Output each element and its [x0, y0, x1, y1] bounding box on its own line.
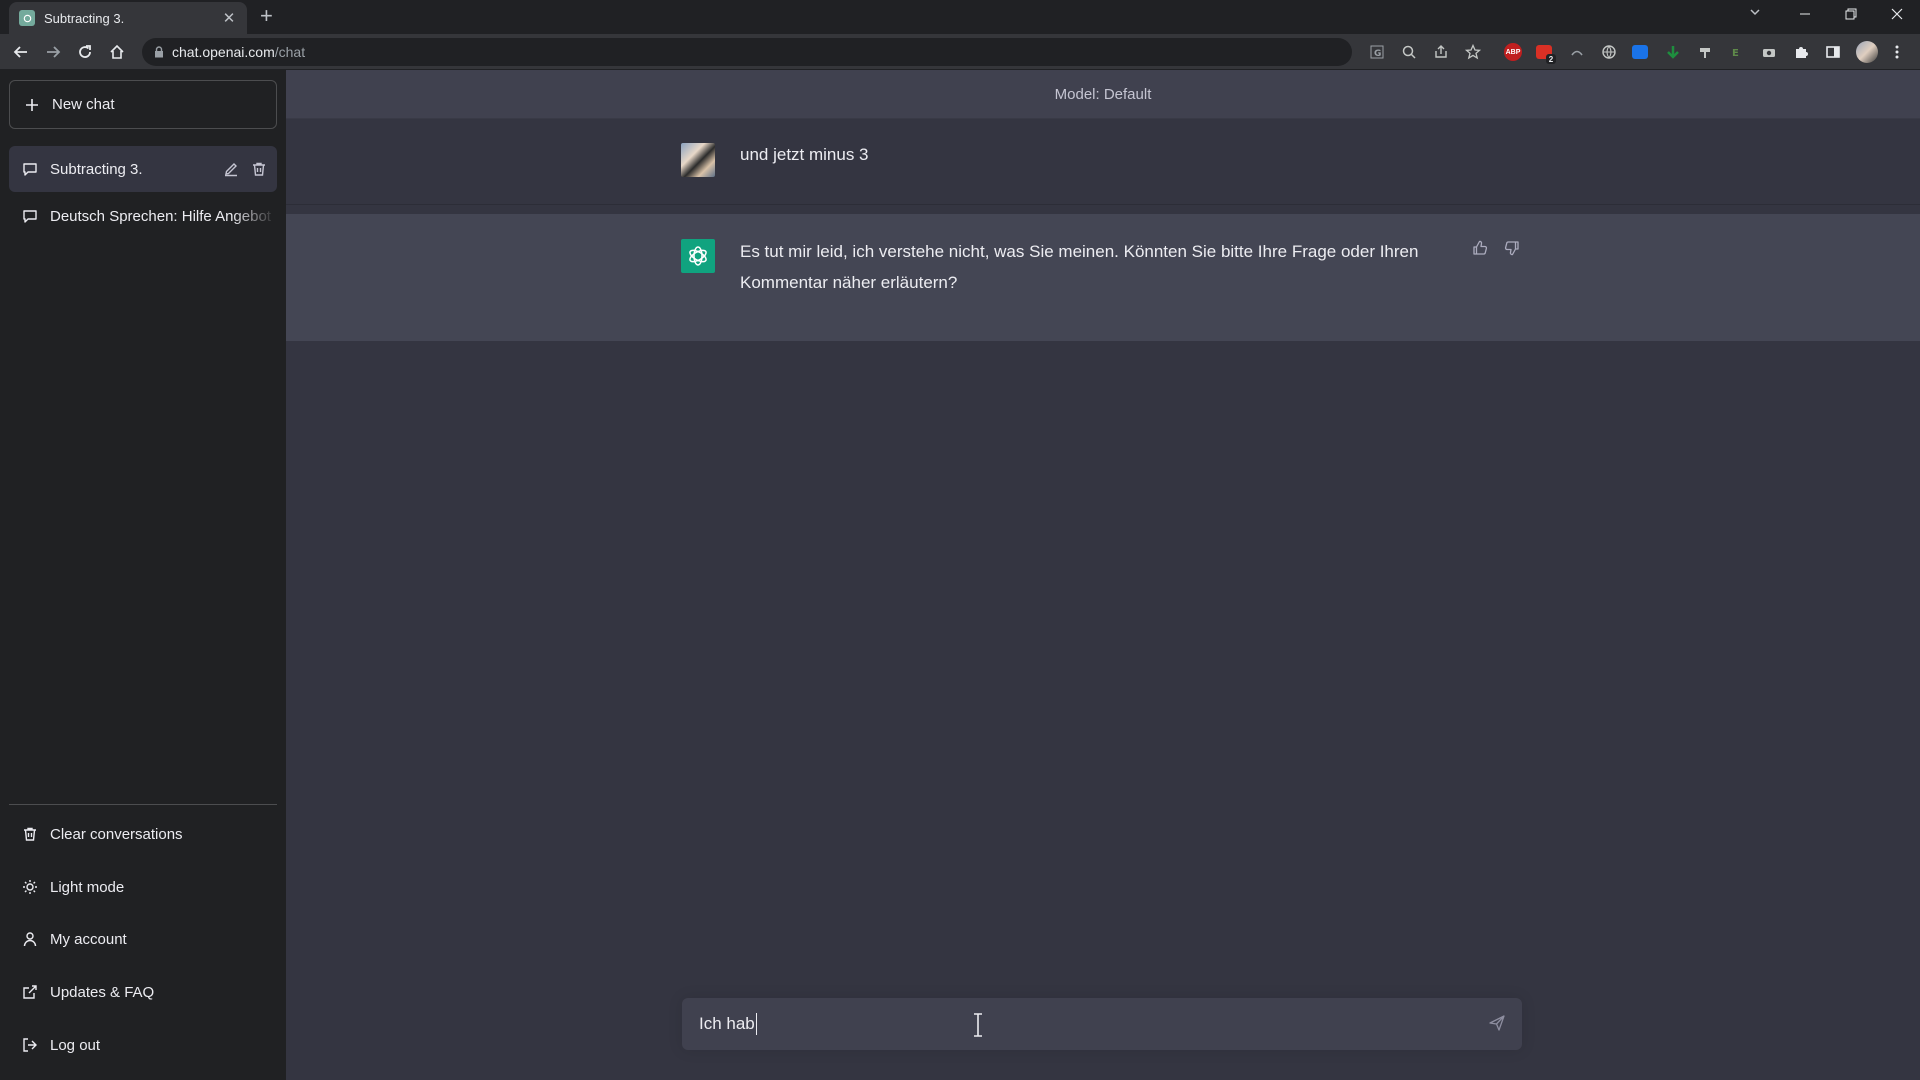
tab-search-icon[interactable]	[1748, 5, 1762, 19]
conversation-label: Subtracting 3.	[50, 160, 143, 178]
light-mode-button[interactable]: Light mode	[9, 865, 277, 909]
adblock-extension-icon[interactable]: ABP	[1504, 43, 1522, 61]
conversation-label: Deutsch Sprechen: Hilfe Angebot	[50, 207, 271, 225]
camera-extension-icon[interactable]	[1760, 43, 1778, 61]
message-input-value: Ich hab	[699, 1014, 755, 1033]
log-out-button[interactable]: Log out	[9, 1023, 277, 1067]
openai-favicon-icon	[19, 10, 35, 26]
trash-icon	[22, 826, 38, 842]
close-window-icon[interactable]	[1874, 0, 1920, 30]
user-message: und jetzt minus 3	[286, 119, 1920, 205]
thumbs-up-icon[interactable]	[1472, 240, 1488, 256]
minimize-icon[interactable]	[1782, 0, 1828, 30]
chat-bubble-icon	[22, 161, 38, 177]
forward-icon[interactable]	[42, 41, 64, 63]
user-avatar	[681, 143, 715, 177]
restore-icon[interactable]	[1828, 0, 1874, 30]
zoom-icon[interactable]	[1400, 43, 1418, 61]
svg-text:E: E	[1732, 48, 1739, 59]
message-input[interactable]: Ich hab	[682, 998, 1522, 1050]
download-extension-icon[interactable]	[1664, 43, 1682, 61]
window-controls	[1782, 0, 1920, 30]
svg-text:G: G	[1374, 49, 1381, 59]
lock-icon[interactable]	[154, 46, 164, 58]
tab-close-icon[interactable]: ✕	[221, 9, 237, 27]
green-extension-icon[interactable]: E	[1728, 43, 1746, 61]
send-icon[interactable]	[1488, 1014, 1506, 1032]
light-mode-label: Light mode	[50, 878, 125, 896]
home-icon[interactable]	[106, 41, 128, 63]
conversation-item[interactable]: Deutsch Sprechen: Hilfe Angebot	[9, 193, 277, 239]
sun-icon	[22, 879, 38, 895]
updates-faq-link[interactable]: Updates & FAQ	[9, 970, 277, 1014]
translate-icon[interactable]: G	[1368, 43, 1386, 61]
clear-conversations-label: Clear conversations	[50, 825, 183, 843]
clear-conversations-button[interactable]: Clear conversations	[9, 812, 277, 856]
edit-icon[interactable]	[223, 161, 239, 177]
sidebar: New chat Subtracting 3. Deutsch Sprechen…	[0, 70, 286, 1080]
updates-faq-label: Updates & FAQ	[50, 983, 155, 1001]
browser-toolbar: chat.openai.com/chat G ABP 2 E	[0, 34, 1920, 70]
blue-extension-icon[interactable]	[1632, 45, 1648, 59]
external-link-icon	[22, 984, 38, 1000]
assistant-message: Es tut mir leid, ich verstehe nicht, was…	[286, 214, 1920, 341]
profile-avatar[interactable]	[1856, 41, 1878, 63]
extension-icon[interactable]	[1568, 43, 1586, 61]
browser-menu-icon[interactable]	[1888, 43, 1906, 61]
back-icon[interactable]	[10, 41, 32, 63]
extension-badge: 2	[1546, 54, 1556, 64]
user-message-text: und jetzt minus 3	[740, 145, 869, 164]
thumbs-down-icon[interactable]	[1504, 240, 1520, 256]
tab-title: Subtracting 3.	[44, 10, 125, 26]
browser-tab[interactable]: Subtracting 3. ✕	[9, 2, 247, 34]
my-account-button[interactable]: My account	[9, 917, 277, 961]
share-icon[interactable]	[1432, 43, 1450, 61]
my-account-label: My account	[50, 930, 127, 948]
globe-extension-icon[interactable]	[1600, 43, 1618, 61]
side-panel-icon[interactable]	[1824, 43, 1842, 61]
model-indicator: Model: Default	[286, 70, 1920, 119]
delete-icon[interactable]	[251, 161, 267, 177]
reload-icon[interactable]	[74, 41, 96, 63]
sidebar-divider	[9, 804, 277, 805]
assistant-message-text: Es tut mir leid, ich verstehe nicht, was…	[740, 242, 1419, 292]
chatgpt-logo-icon	[681, 239, 715, 273]
url-bar[interactable]: chat.openai.com/chat	[142, 38, 1352, 66]
log-out-label: Log out	[50, 1036, 101, 1054]
mouse-cursor-icon	[972, 1013, 984, 1037]
url-host: chat.openai.com	[172, 44, 275, 60]
new-chat-button[interactable]: New chat	[9, 80, 277, 129]
bookmark-star-icon[interactable]	[1464, 43, 1482, 61]
chat-main: Model: Default und jetzt minus 3 Es tut …	[286, 70, 1920, 1080]
user-icon	[22, 931, 38, 947]
url-path: /chat	[274, 44, 306, 60]
logout-icon	[22, 1037, 38, 1053]
pin-extension-icon[interactable]	[1696, 43, 1714, 61]
new-tab-button[interactable]: +	[260, 5, 273, 27]
chat-bubble-icon	[22, 208, 38, 224]
new-chat-label: New chat	[52, 96, 115, 113]
puzzle-extensions-icon[interactable]	[1792, 43, 1810, 61]
text-caret	[755, 1013, 757, 1035]
browser-tab-bar: Subtracting 3. ✕ +	[0, 0, 1920, 34]
plus-icon	[24, 97, 40, 113]
conversation-item-active[interactable]: Subtracting 3.	[9, 146, 277, 192]
